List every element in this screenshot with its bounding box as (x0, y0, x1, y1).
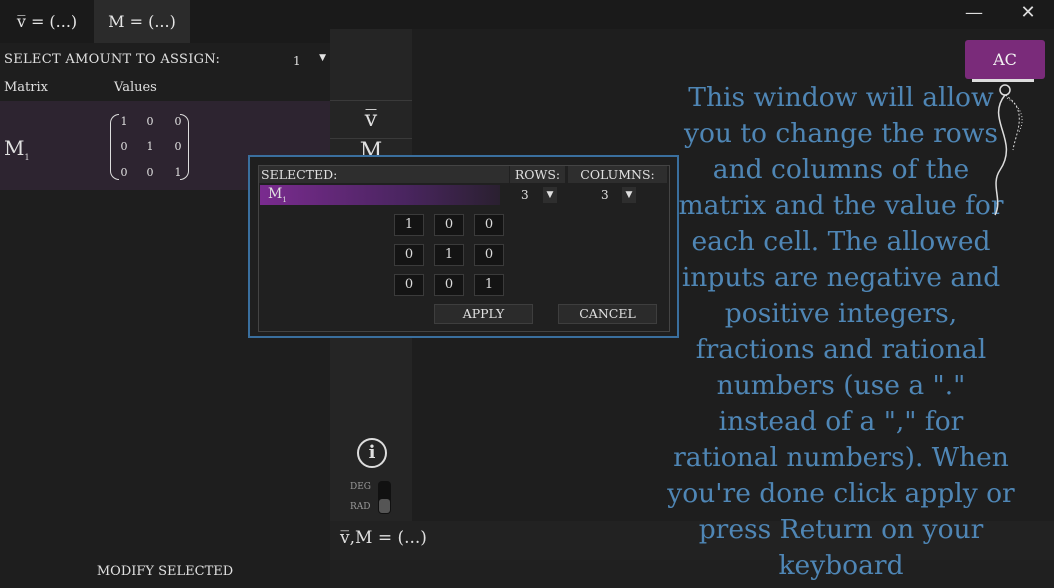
matrix-value: 0 (146, 166, 154, 179)
matrix-name: M1 (4, 136, 30, 162)
matrix-cell-input[interactable]: 0 (474, 244, 504, 266)
rows-dropdown[interactable]: 3 ▼ (514, 185, 560, 205)
selected-header: SELECTED: (259, 166, 509, 183)
modify-selected-button[interactable]: MODIFY SELECTED (0, 560, 330, 584)
tab-bar: v̅ = (...) M = (...) (0, 0, 330, 43)
matrix-value: 0 (174, 115, 182, 128)
vector-button[interactable]: v̅ (330, 101, 412, 138)
matrix-value: 0 (174, 140, 182, 153)
matrix-cell-input[interactable]: 0 (394, 244, 424, 266)
assign-amount-select[interactable]: 1 ▼ (285, 50, 329, 72)
selected-matrix-bar (260, 185, 500, 205)
column-header-matrix: Matrix (4, 80, 48, 95)
matrix-cell-input[interactable]: 1 (434, 244, 464, 266)
chevron-down-icon: ▼ (543, 187, 557, 203)
matrix-value: 0 (146, 115, 154, 128)
assign-amount-label: SELECT AMOUNT TO ASSIGN: (4, 52, 221, 67)
columns-dropdown[interactable]: 3 ▼ (590, 185, 640, 205)
chevron-down-icon: ▼ (319, 53, 326, 63)
close-button[interactable]: ✕ (1016, 2, 1040, 26)
assign-amount-value: 1 (293, 54, 301, 68)
minimize-button[interactable]: — (962, 2, 986, 26)
matrix-cell-input[interactable]: 0 (434, 274, 464, 296)
rows-header: ROWS: (510, 166, 565, 183)
column-header-values: Values (114, 80, 157, 95)
info-icon[interactable]: i (357, 438, 387, 468)
help-text: This window will allow you to change the… (667, 82, 1015, 581)
rad-label: RAD (350, 502, 371, 512)
columns-value: 3 (601, 188, 609, 202)
matrix-value: 0 (120, 140, 128, 153)
matrix-cell-input[interactable]: 0 (434, 214, 464, 236)
matrix-cell-input[interactable]: 0 (394, 274, 424, 296)
matrix-cell-input[interactable]: 1 (394, 214, 424, 236)
expression-text: v̅,M = (...) (340, 528, 427, 548)
matrix-value: 1 (174, 166, 182, 179)
matrix-value: 1 (146, 140, 154, 153)
matrix-cell-input[interactable]: 1 (474, 274, 504, 296)
rows-value: 3 (521, 188, 529, 202)
matrix-cell-input[interactable]: 0 (474, 214, 504, 236)
toggle-knob (379, 499, 390, 513)
matrix-value: 0 (120, 166, 128, 179)
apply-button[interactable]: APPLY (434, 304, 533, 324)
deg-label: DEG (350, 482, 371, 492)
columns-header: COLUMNS: (568, 166, 667, 183)
tab-vector[interactable]: v̅ = (...) (0, 0, 94, 43)
chevron-down-icon: ▼ (622, 187, 636, 203)
ac-button[interactable]: AC (965, 40, 1045, 79)
cancel-button[interactable]: CANCEL (558, 304, 657, 324)
selected-matrix-name: M1 (268, 186, 287, 204)
matrix-value: 1 (120, 115, 128, 128)
ornament-icon (994, 84, 1023, 216)
tab-matrix[interactable]: M = (...) (94, 0, 190, 43)
